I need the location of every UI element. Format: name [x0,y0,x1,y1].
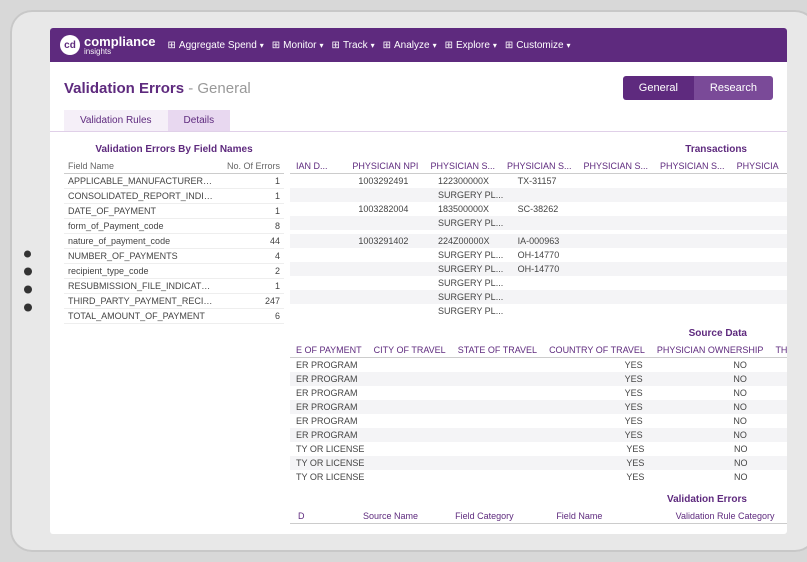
brand-sub: insights [84,48,156,56]
trans-row[interactable]: SURGERY PL... [290,188,787,202]
trans-row[interactable]: 1003292491122300000XTX-31157 [290,174,787,188]
nav-analyze[interactable]: ⊞Analyze▾ [383,40,437,51]
source-row[interactable]: ER PROGRAMYESNO [290,372,787,386]
field-row[interactable]: form_of_Payment_code8 [64,219,284,234]
field-errors-table: Field Name No. Of Errors APPLICABLE_MANU… [64,159,284,324]
trans-row[interactable]: SURGERY PL... [290,290,787,304]
nav-customize[interactable]: ⊞Customize▾ [505,40,571,51]
tablet-frame: cd compliance insights ⊞Aggregate Spend▾… [10,10,807,552]
validation-errors-title: Validation Errors [290,490,787,509]
trans-row[interactable]: SURGERY PL... [290,276,787,290]
field-row[interactable]: NUMBER_OF_PAYMENTS4 [64,249,284,264]
source-row[interactable]: ER PROGRAMYESNO [290,386,787,400]
main-nav: ⊞Aggregate Spend▾ ⊞Monitor▾ ⊞Track▾ ⊞Analyz… [168,40,571,51]
val-col: D [290,509,355,523]
nav-monitor[interactable]: ⊞Monitor▾ [272,40,324,51]
source-row[interactable]: ER PROGRAMYESNO [290,358,787,372]
validation-errors-panel: Validation Errors DSource NameField Cate… [290,490,787,524]
segment-research[interactable]: Research [694,76,773,100]
source-data-title: Source Data [290,324,787,343]
content-area: Validation Errors By Field Names Field N… [50,132,787,534]
tab-details[interactable]: Details [168,110,231,131]
col-no-errors: No. Of Errors [220,159,284,174]
tab-validation-rules[interactable]: Validation Rules [64,110,168,131]
brand-name: compliance [84,35,156,48]
source-col: PHYSICIAN OWNERSHIP [651,343,770,357]
source-row[interactable]: TY OR LICENSEYESNO [290,470,787,484]
trans-col: IAN D... [290,159,346,173]
source-row[interactable]: ER PROGRAMYESNO [290,414,787,428]
page-header: Validation Errors - General General Rese… [50,62,787,110]
trans-col: PHYSICIAN S... [654,159,731,173]
field-row[interactable]: TOTAL_AMOUNT_OF_PAYMENT6 [64,309,284,324]
trans-row[interactable]: SURGERY PL...OH-14770 [290,248,787,262]
segment-control: General Research [623,76,773,100]
field-row[interactable]: APPLICABLE_MANUFACTURER_OR_A...1 [64,174,284,189]
trans-row[interactable]: 1003282004183500000XSC-38262 [290,202,787,216]
source-row[interactable]: ER PROGRAMYESNO [290,400,787,414]
field-errors-panel: Validation Errors By Field Names Field N… [64,140,284,534]
trans-row[interactable]: SURGERY PL...OH-14770 [290,262,787,276]
source-row[interactable]: TY OR LICENSEYESNO [290,442,787,456]
tablet-buttons [24,251,32,312]
segment-general[interactable]: General [623,76,694,100]
logo-badge: cd [60,35,80,55]
trans-col: PHYSICIAN NPI [346,159,424,173]
val-col: Validation Rule Category [668,509,787,523]
trans-col: PHYSICIAN S... [424,159,501,173]
field-row[interactable]: nature_of_payment_code44 [64,234,284,249]
source-col: THIRD P [769,343,787,357]
field-row[interactable]: RESUBMISSION_FILE_INDICATOR_Code1 [64,279,284,294]
source-data-panel: Source Data E OF PAYMENTCITY OF TRAVELST… [290,324,787,484]
trans-col: PHYSICIAN S... [578,159,655,173]
source-col: E OF PAYMENT [290,343,368,357]
source-row[interactable]: ER PROGRAMYESNO [290,428,787,442]
trans-col: PHYSICIAN S... [501,159,578,173]
val-col: Field Category [447,509,548,523]
trans-col: PHYSICIA [731,159,787,173]
field-row[interactable]: DATE_OF_PAYMENT1 [64,204,284,219]
source-col: COUNTRY OF TRAVEL [543,343,651,357]
source-col: STATE OF TRAVEL [452,343,543,357]
val-col: Source Name [355,509,447,523]
page-title: Validation Errors - General [64,80,251,97]
transactions-panel: Transactions IAN D...PHYSICIAN NPIPHYSIC… [290,140,787,318]
trans-row[interactable]: 1003291402224Z00000XIA-000963 [290,234,787,248]
val-col: Field Name [548,509,667,523]
top-navbar: cd compliance insights ⊞Aggregate Spend▾… [50,28,787,62]
right-panels: Transactions IAN D...PHYSICIAN NPIPHYSIC… [290,140,787,534]
field-errors-title: Validation Errors By Field Names [64,140,284,159]
nav-track[interactable]: ⊞Track▾ [332,40,375,51]
source-row[interactable]: TY OR LICENSEYESNO [290,456,787,470]
trans-row[interactable]: SURGERY PL... [290,304,787,318]
col-field-name: Field Name [64,159,220,174]
nav-explore[interactable]: ⊞Explore▾ [445,40,497,51]
sub-tabs: Validation Rules Details [50,110,787,132]
source-col: CITY OF TRAVEL [368,343,452,357]
transactions-title: Transactions [290,140,787,159]
field-row[interactable]: recipient_type_code2 [64,264,284,279]
nav-aggregate-spend[interactable]: ⊞Aggregate Spend▾ [168,40,264,51]
trans-row[interactable]: SURGERY PL... [290,216,787,230]
screen: cd compliance insights ⊞Aggregate Spend▾… [50,28,787,534]
field-row[interactable]: THIRD_PARTY_PAYMENT_RECIPIENT_I...247 [64,294,284,309]
logo: cd compliance insights [60,35,156,56]
field-row[interactable]: CONSOLIDATED_REPORT_INDICATO...1 [64,189,284,204]
